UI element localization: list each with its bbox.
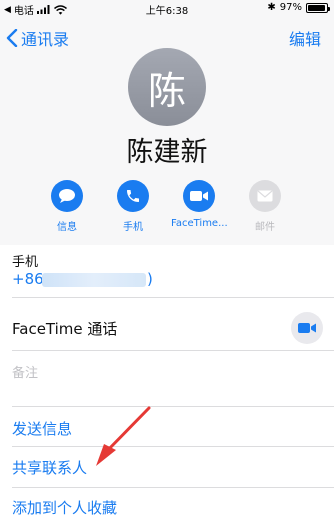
contact-name: 陈建新 — [126, 137, 208, 168]
mail-icon — [249, 180, 281, 212]
chevron-left-icon — [6, 29, 18, 47]
mail-action[interactable]: 邮件 — [237, 180, 293, 233]
battery-icon — [306, 2, 330, 13]
status-bar: ◀ 电话 上午6:38 ✱ 97% — [0, 0, 334, 17]
back-label: 通讯录 — [21, 30, 70, 49]
send-message-link[interactable]: 发送信息 — [12, 418, 72, 439]
call-action-label: 手机 — [123, 222, 143, 233]
add-favorite-link[interactable]: 添加到个人收藏 — [12, 497, 117, 518]
call-action[interactable]: 手机 — [105, 180, 161, 233]
battery-percent: 97% — [279, 2, 302, 13]
status-right: ✱ 97% — [267, 2, 330, 13]
phone-prefix[interactable]: +86 — [12, 270, 44, 288]
avatar: 陈 — [128, 48, 206, 126]
facetime-video-button[interactable] — [291, 312, 323, 344]
video-icon — [298, 323, 316, 333]
divider — [12, 487, 334, 488]
message-action-label: 信息 — [57, 222, 77, 233]
bluetooth-icon: ✱ — [267, 2, 276, 13]
video-icon — [183, 180, 215, 212]
divider — [12, 446, 334, 447]
message-action[interactable]: 信息 — [39, 180, 95, 233]
avatar-initial: 陈 — [147, 68, 186, 113]
battery-nub — [328, 6, 330, 11]
facetime-action[interactable]: FaceTime... — [171, 180, 228, 229]
back-button[interactable]: 通讯录 — [6, 26, 69, 50]
phone-label: 手机 — [12, 255, 39, 270]
divider — [12, 297, 334, 298]
phone-icon — [117, 180, 149, 212]
edit-button[interactable]: 编辑 — [289, 26, 321, 50]
phone-number-redacted — [42, 273, 146, 287]
divider — [12, 350, 334, 351]
message-icon — [51, 180, 83, 212]
phone-suffix: ) — [147, 270, 153, 288]
share-contact-link[interactable]: 共享联系人 — [12, 457, 87, 478]
facetime-action-label: FaceTime... — [171, 218, 228, 229]
mail-action-label: 邮件 — [255, 222, 275, 233]
divider — [12, 406, 334, 407]
battery-fill — [308, 4, 326, 11]
facetime-row-label: FaceTime 通话 — [12, 320, 118, 338]
notes-field[interactable]: 备注 — [12, 362, 38, 381]
